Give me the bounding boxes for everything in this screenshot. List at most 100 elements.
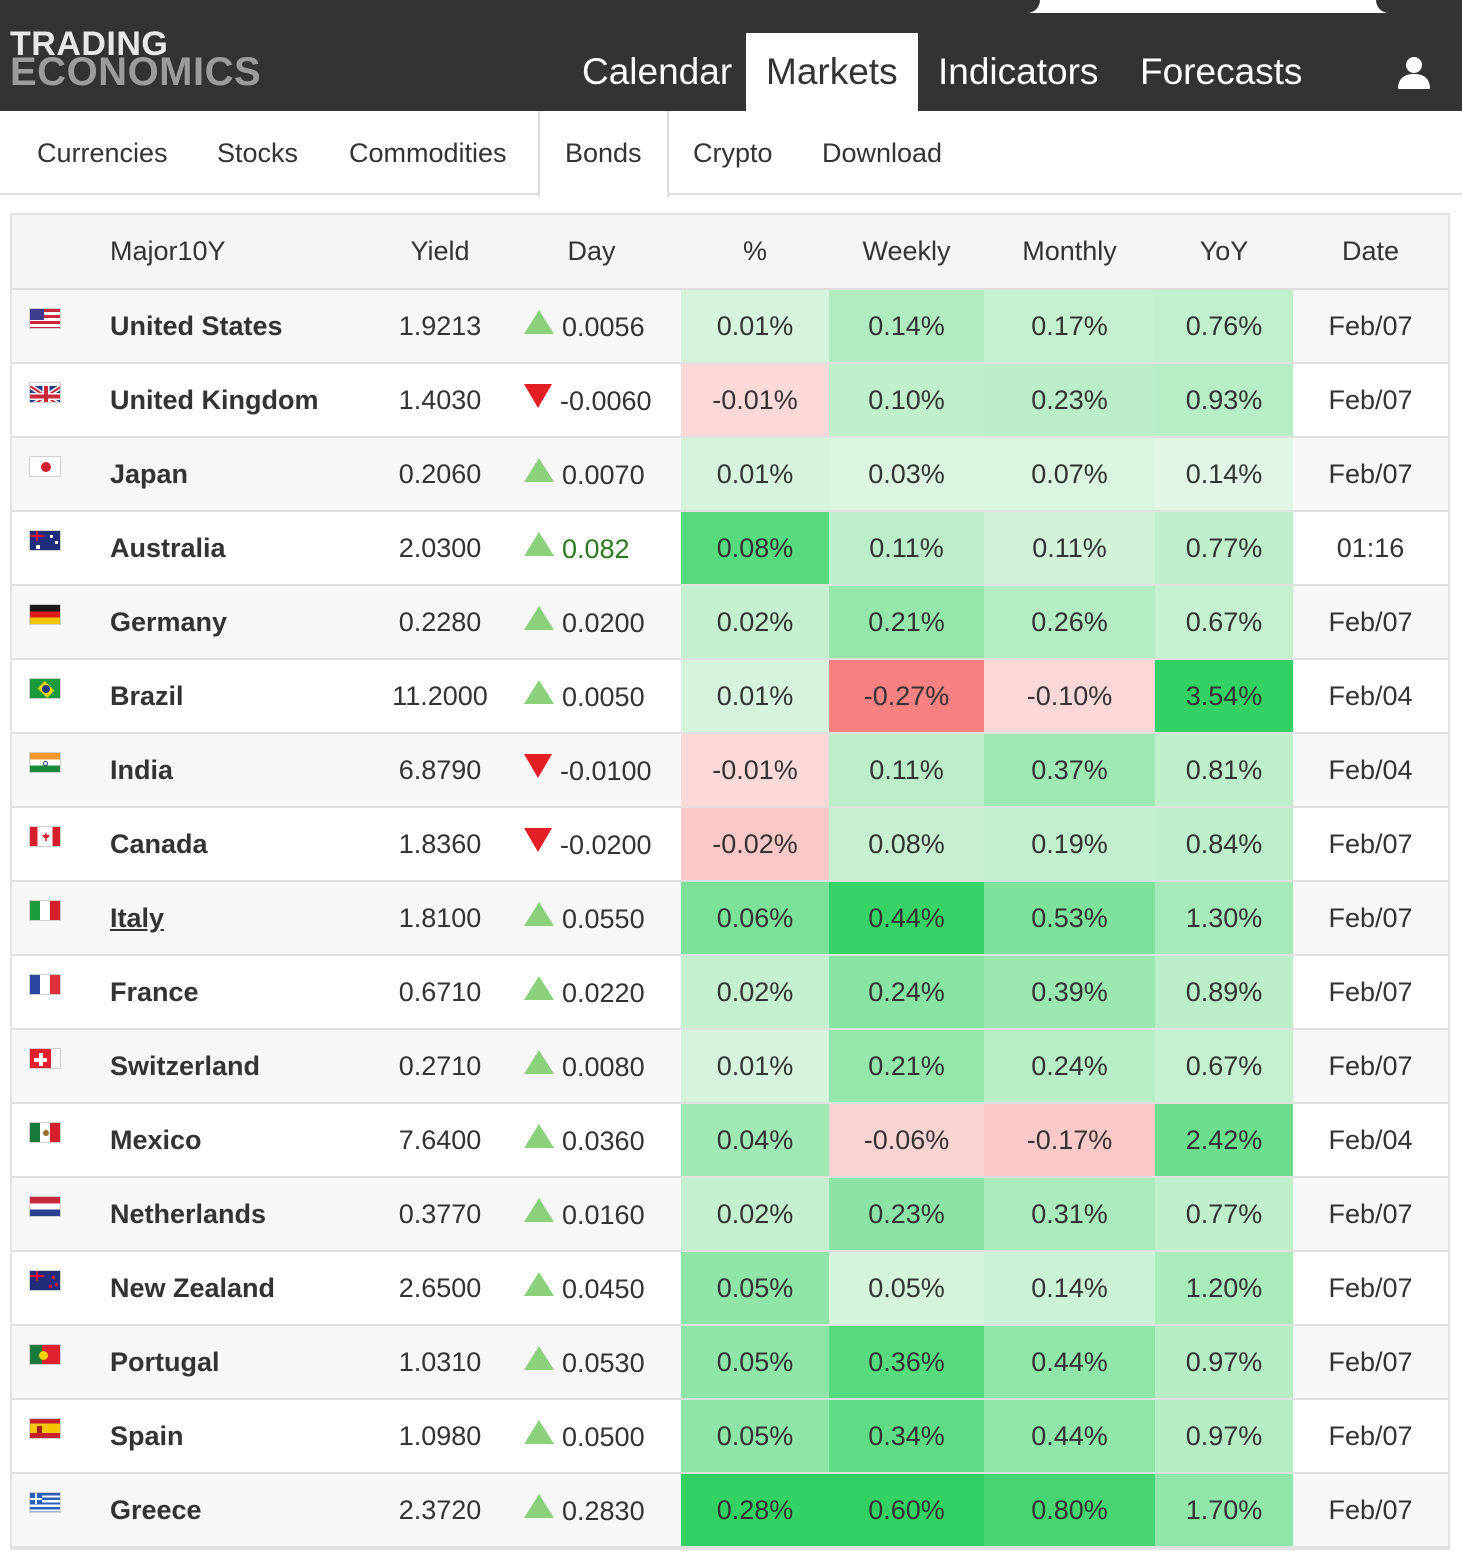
country-link[interactable]: Brazil xyxy=(110,681,184,711)
country-link[interactable]: United States xyxy=(110,311,283,341)
subtab-commodities[interactable]: Commodities xyxy=(349,111,507,195)
country-name[interactable]: France xyxy=(110,955,378,1030)
weekly-change-cell: 0.36% xyxy=(829,1325,984,1400)
header-yoy[interactable]: YoY xyxy=(1155,215,1293,290)
subtab-currencies[interactable]: Currencies xyxy=(37,111,168,195)
yield-cell: 1.0310 xyxy=(378,1325,502,1400)
nav-forecasts[interactable]: Forecasts xyxy=(1120,33,1322,111)
country-link[interactable]: France xyxy=(110,977,199,1007)
table-row[interactable]: France 0.6710 0.0220 0.02% 0.24% 0.39% 0.89% Fe… xyxy=(12,955,1448,1030)
country-name[interactable]: Mexico xyxy=(110,1103,378,1178)
country-name[interactable]: Brazil xyxy=(110,659,378,734)
country-name[interactable]: Spain xyxy=(110,1399,378,1474)
table-row[interactable]: United States 1.9213 0.0056 0.01% 0.14% 0.17%… xyxy=(12,289,1448,364)
table-row[interactable]: Australia 2.0300 0.082 0.08% 0.11% 0.11% 0.77%… xyxy=(12,511,1448,586)
country-name[interactable]: United States xyxy=(110,289,378,364)
yield-cell: 2.6500 xyxy=(378,1251,502,1326)
table-row[interactable]: India 6.8790 -0.0100 -0.01% 0.11% 0.37% 0.81% F… xyxy=(12,733,1448,808)
nav-indicators[interactable]: Indicators xyxy=(918,33,1118,111)
header-monthly[interactable]: Monthly xyxy=(984,215,1155,290)
day-change-value: 0.0220 xyxy=(562,977,645,1008)
triangle-up-icon xyxy=(524,1493,554,1518)
country-link[interactable]: Canada xyxy=(110,829,208,859)
country-name[interactable]: Canada xyxy=(110,807,378,882)
nav-markets[interactable]: Markets xyxy=(746,33,918,111)
date-cell: Feb/07 xyxy=(1293,437,1448,512)
country-name[interactable]: Greece xyxy=(110,1473,378,1548)
table-row[interactable]: New Zealand 2.6500 0.0450 0.05% 0.05% 0.14% 1.… xyxy=(12,1251,1448,1326)
pct-change-cell: 0.06% xyxy=(681,881,829,956)
subtab-bonds[interactable]: Bonds xyxy=(538,111,669,197)
table-row[interactable]: Brazil 11.2000 0.0050 0.01% -0.27% -0.10% 3.54… xyxy=(12,659,1448,734)
table-row[interactable]: Portugal 1.0310 0.0530 0.05% 0.36% 0.44% 0.97%… xyxy=(12,1325,1448,1400)
country-name[interactable]: Netherlands xyxy=(110,1177,378,1252)
country-link[interactable]: Mexico xyxy=(110,1125,202,1155)
table-row[interactable]: Greece 2.3720 0.2830 0.28% 0.60% 0.80% 1.70% Fe… xyxy=(12,1473,1448,1548)
subtab-download[interactable]: Download xyxy=(822,111,942,195)
nav-calendar[interactable]: Calendar xyxy=(562,33,752,111)
table-row[interactable]: Mexico 7.6400 0.0360 0.04% -0.06% -0.17% 2.42%… xyxy=(12,1103,1448,1178)
country-name[interactable]: New Zealand xyxy=(110,1251,378,1326)
weekly-change-cell: 0.05% xyxy=(829,1251,984,1326)
yield-cell: 1.0980 xyxy=(378,1399,502,1474)
header-day[interactable]: Day xyxy=(502,215,681,290)
monthly-change-cell: 0.17% xyxy=(984,289,1155,364)
table-row[interactable]: Spain 1.0980 0.0500 0.05% 0.34% 0.44% 0.97% Feb… xyxy=(12,1399,1448,1474)
france-flag-icon xyxy=(29,974,61,995)
country-link[interactable]: Portugal xyxy=(110,1347,220,1377)
table-row[interactable]: Germany 0.2280 0.0200 0.02% 0.21% 0.26% 0.67% F… xyxy=(12,585,1448,660)
date-cell: 01:16 xyxy=(1293,511,1448,586)
header-yield[interactable]: Yield xyxy=(378,215,502,290)
country-link[interactable]: Germany xyxy=(110,607,227,637)
table-row[interactable]: United Kingdom 1.4030 -0.0060 -0.01% 0.10% 0.… xyxy=(12,363,1448,438)
subtab-stocks[interactable]: Stocks xyxy=(217,111,298,195)
country-name[interactable]: United Kingdom xyxy=(110,363,378,438)
header-date[interactable]: Date xyxy=(1293,215,1448,290)
yoy-change-cell: 2.42% xyxy=(1155,1103,1293,1178)
country-link[interactable]: Greece xyxy=(110,1495,202,1525)
monthly-change-cell: 0.44% xyxy=(984,1325,1155,1400)
weekly-change-cell: 0.24% xyxy=(829,955,984,1030)
date-cell: Feb/07 xyxy=(1293,807,1448,882)
table-row[interactable]: Netherlands 0.3770 0.0160 0.02% 0.23% 0.31% 0.… xyxy=(12,1177,1448,1252)
header-weekly[interactable]: Weekly xyxy=(829,215,984,290)
country-link[interactable]: India xyxy=(110,755,173,785)
country-name[interactable]: Japan xyxy=(110,437,378,512)
country-name[interactable]: Portugal xyxy=(110,1325,378,1400)
site-logo[interactable]: TRADING ECONOMICS xyxy=(10,27,261,92)
table-row[interactable]: Japan 0.2060 0.0070 0.01% 0.03% 0.07% 0.14% Feb… xyxy=(12,437,1448,512)
country-link[interactable]: United Kingdom xyxy=(110,385,318,415)
date-cell: Feb/07 xyxy=(1293,1325,1448,1400)
triangle-up-icon xyxy=(524,1049,554,1074)
header-pct[interactable]: % xyxy=(681,215,829,290)
country-link[interactable]: New Zealand xyxy=(110,1273,275,1303)
table-row[interactable]: Switzerland 0.2710 0.0080 0.01% 0.21% 0.24% 0.… xyxy=(12,1029,1448,1104)
country-link[interactable]: Italy xyxy=(110,903,164,933)
flag-cell xyxy=(12,585,110,660)
country-link[interactable]: Netherlands xyxy=(110,1199,266,1229)
header-flag xyxy=(12,215,110,290)
country-name[interactable]: Germany xyxy=(110,585,378,660)
country-link[interactable]: Switzerland xyxy=(110,1051,260,1081)
country-name[interactable]: Italy xyxy=(110,881,378,956)
monthly-change-cell: 0.31% xyxy=(984,1177,1155,1252)
markets-subnav: Currencies Stocks Commodities Bonds Cryp… xyxy=(0,111,1462,197)
yield-cell: 1.8100 xyxy=(378,881,502,956)
country-name[interactable]: Switzerland xyxy=(110,1029,378,1104)
country-link[interactable]: Japan xyxy=(110,459,188,489)
country-link[interactable]: Australia xyxy=(110,533,226,563)
table-row[interactable]: Canada 1.8360 -0.0200 -0.02% 0.08% 0.19% 0.84%… xyxy=(12,807,1448,882)
subtab-crypto[interactable]: Crypto xyxy=(693,111,773,195)
greece-flag-icon xyxy=(29,1492,61,1513)
table-row[interactable]: Italy 1.8100 0.0550 0.06% 0.44% 0.53% 1.30% Feb… xyxy=(12,881,1448,956)
country-link[interactable]: Spain xyxy=(110,1421,184,1451)
date-cell: Feb/07 xyxy=(1293,289,1448,364)
monthly-change-cell: 0.07% xyxy=(984,437,1155,512)
new-zealand-flag-icon xyxy=(29,1270,61,1291)
flag-cell xyxy=(12,1251,110,1326)
yield-cell: 0.2060 xyxy=(378,437,502,512)
header-major10y[interactable]: Major10Y xyxy=(110,215,378,290)
country-name[interactable]: Australia xyxy=(110,511,378,586)
country-name[interactable]: India xyxy=(110,733,378,808)
user-icon[interactable] xyxy=(1396,55,1432,91)
